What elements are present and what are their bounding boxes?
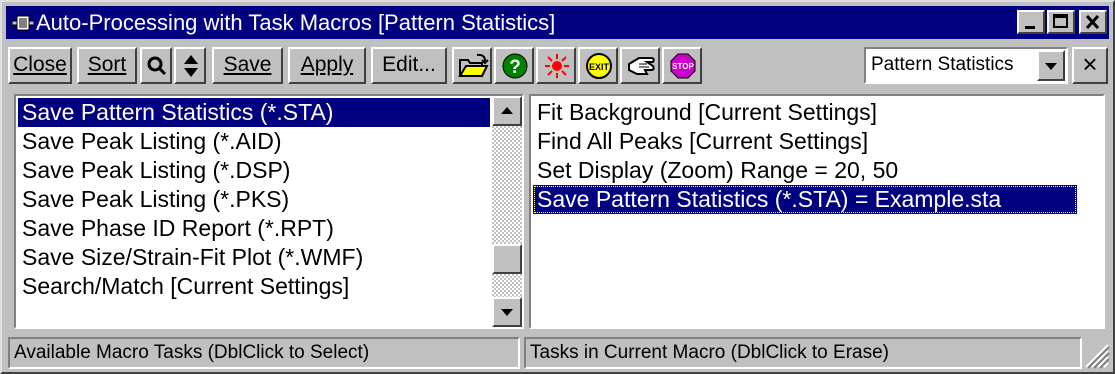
burst-icon: [545, 54, 569, 78]
list-item[interactable]: Save Phase ID Report (*.RPT): [18, 214, 334, 243]
list-item[interactable]: Fit Background [Current Settings]: [533, 98, 877, 127]
dismiss-button[interactable]: ×: [1072, 47, 1108, 84]
list-item[interactable]: Save Pattern Statistics (*.STA) = Exampl…: [533, 185, 1077, 214]
sort-button-label: Sort: [87, 53, 127, 76]
scroll-down-button[interactable]: [492, 297, 522, 327]
scroll-thumb[interactable]: [492, 244, 522, 274]
close-button[interactable]: Close: [8, 47, 72, 84]
close-button-label: Close: [13, 53, 67, 76]
macro-window: Auto-Processing with Task Macros [Patter…: [0, 0, 1115, 374]
list-item[interactable]: Save Peak Listing (*.PKS): [18, 185, 289, 214]
macro-select-dropdown[interactable]: [1037, 50, 1065, 81]
save-button[interactable]: Save: [212, 47, 283, 84]
vertical-scrollbar[interactable]: [492, 96, 522, 327]
edit-button-label: Edit...: [382, 53, 436, 76]
maximize-button[interactable]: [1047, 10, 1075, 34]
macro-tasks-list[interactable]: Fit Background [Current Settings] Find A…: [529, 94, 1105, 329]
list-item[interactable]: Find All Peaks [Current Settings]: [533, 127, 868, 156]
apply-button-label: Apply: [300, 53, 354, 76]
close-icon: [1085, 14, 1100, 30]
macro-app-icon: [12, 15, 34, 31]
exit-icon: EXIT: [586, 53, 612, 79]
list-item[interactable]: Save Pattern Statistics (*.STA): [18, 98, 490, 127]
svg-text:?: ?: [509, 57, 521, 78]
window-title: Auto-Processing with Task Macros [Patter…: [36, 10, 556, 35]
burst-button[interactable]: [536, 47, 576, 84]
svg-text:STOP: STOP: [672, 62, 694, 71]
macro-select[interactable]: Pattern Statistics: [864, 47, 1068, 84]
chevron-up-icon: [501, 107, 513, 114]
status-left: Available Macro Tasks (DblClick to Selec…: [8, 337, 520, 369]
open-macro-button[interactable]: [452, 47, 492, 84]
stop-button[interactable]: STOP: [662, 47, 702, 84]
macro-select-value: Pattern Statistics: [871, 54, 1014, 75]
list-item[interactable]: Set Display (Zoom) Range = 20, 50: [533, 156, 898, 185]
move-task-button[interactable]: [174, 47, 206, 84]
stop-icon: STOP: [670, 53, 696, 79]
list-item[interactable]: Save Peak Listing (*.DSP): [18, 156, 290, 185]
minimize-icon: [1025, 26, 1035, 29]
svg-text:EXIT: EXIT: [589, 62, 610, 72]
close-window-button[interactable]: [1079, 10, 1107, 34]
exit-button[interactable]: EXIT: [578, 47, 618, 84]
list-item[interactable]: Save Peak Listing (*.AID): [18, 127, 282, 156]
hand-icon: [628, 57, 655, 75]
sort-button[interactable]: Sort: [77, 47, 137, 84]
edit-button[interactable]: Edit...: [371, 47, 447, 84]
open-folder-icon: [458, 53, 489, 77]
hand-button[interactable]: [620, 47, 660, 84]
scroll-up-button[interactable]: [492, 96, 522, 126]
apply-button[interactable]: Apply: [288, 47, 366, 84]
list-item[interactable]: Save Size/Strain-Fit Plot (*.WMF): [18, 243, 363, 272]
dismiss-icon: ×: [1082, 49, 1098, 79]
help-button[interactable]: ?: [494, 47, 534, 84]
title-bar[interactable]: Auto-Processing with Task Macros [Patter…: [6, 6, 1109, 39]
chevron-down-icon: [501, 309, 513, 316]
find-button[interactable]: [140, 47, 172, 84]
save-button-label: Save: [223, 53, 272, 76]
maximize-icon: [1053, 14, 1068, 28]
updown-arrows-icon: [184, 55, 198, 77]
list-item[interactable]: Search/Match [Current Settings]: [18, 272, 349, 301]
toolbar: Close Sort Save Apply Edit... ? EXIT STO…: [6, 42, 1109, 88]
resize-grip-icon[interactable]: [1078, 337, 1110, 369]
help-icon: ?: [502, 53, 528, 79]
available-tasks-list[interactable]: Save Pattern Statistics (*.STA) Save Pea…: [14, 94, 524, 329]
minimize-button[interactable]: [1017, 10, 1045, 34]
search-icon: [147, 56, 167, 76]
status-right: Tasks in Current Macro (DblClick to Eras…: [524, 337, 1082, 369]
chevron-down-icon: [1045, 63, 1057, 70]
